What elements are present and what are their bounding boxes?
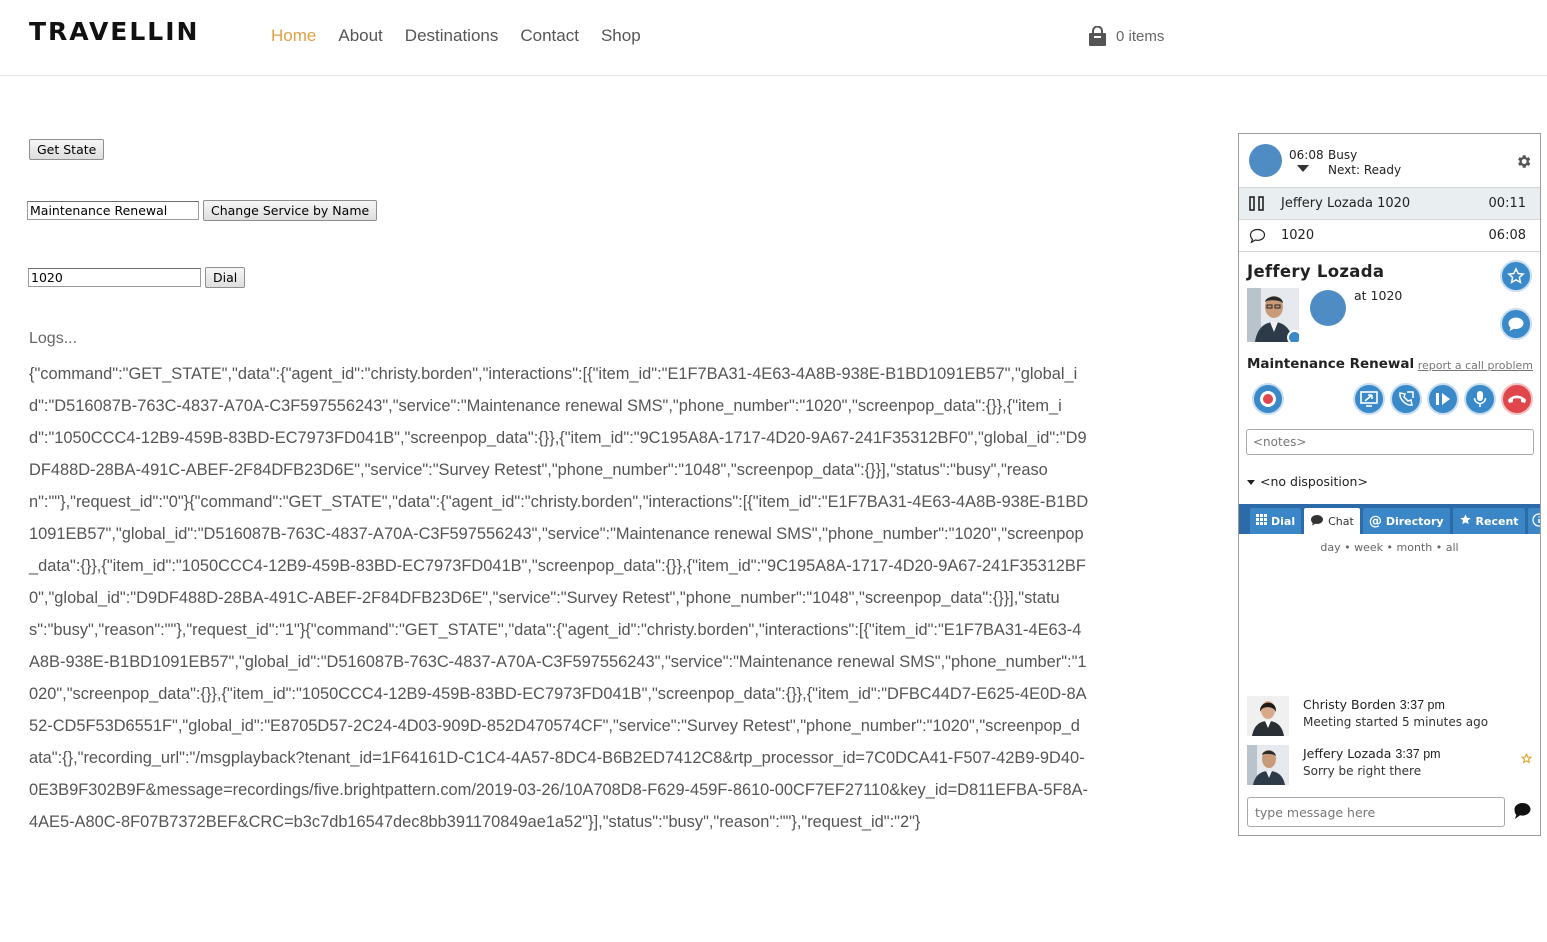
message-sender: Jeffery Lozada 3:37 pm: [1303, 746, 1441, 761]
message-text: Meeting started 5 minutes ago: [1303, 715, 1489, 729]
interaction-row-active[interactable]: Jeffery Lozada 1020 00:11: [1239, 188, 1540, 220]
dial-number-input[interactable]: [28, 268, 201, 287]
contact-avatar: [1247, 288, 1299, 342]
period-all[interactable]: all: [1446, 541, 1459, 554]
tab-chat-label: Chat: [1328, 514, 1354, 528]
mute-button[interactable]: [1464, 383, 1496, 415]
nav-shop[interactable]: Shop: [601, 26, 641, 46]
message-text: Sorry be right there: [1303, 764, 1422, 778]
gear-icon[interactable]: [1515, 153, 1532, 174]
interaction-row-chat[interactable]: 1020 06:08: [1239, 220, 1540, 252]
caret-down-icon: [1247, 480, 1255, 485]
interaction-timer: 06:08: [1488, 228, 1526, 243]
period-week[interactable]: week: [1354, 541, 1383, 554]
chat-message: Christy Borden 3:37 pm Meeting started 5…: [1247, 696, 1532, 738]
site-header: TRAVELLIN Home About Destinations Contac…: [0, 0, 1547, 76]
transfer-phone-icon: [1399, 391, 1414, 406]
at-sign-icon: @: [1368, 513, 1382, 529]
get-state-button[interactable]: Get State: [29, 139, 105, 160]
pause-icon: [1249, 196, 1265, 215]
main-nav: Home About Destinations Contact Shop: [271, 26, 641, 46]
chat-message: Jeffery Lozada 3:37 pm Sorry be right th…: [1247, 745, 1533, 787]
avatar: [1247, 696, 1289, 736]
transfer-button[interactable]: [1390, 383, 1422, 415]
keypad-icon: [1256, 514, 1267, 528]
chat-icon: [1310, 514, 1324, 529]
contact-name: Jeffery Lozada: [1247, 262, 1385, 281]
interaction-name: Jeffery Lozada 1020: [1281, 196, 1411, 211]
tab-info[interactable]: [1527, 508, 1540, 534]
service-name-input[interactable]: [27, 201, 199, 220]
agent-desktop-panel: 06:08 Busy Next: Ready Jeffery Lozada 10…: [1238, 133, 1541, 836]
phone-badge-icon: [1287, 330, 1299, 342]
microphone-icon: [1473, 391, 1487, 407]
hangup-button[interactable]: [1501, 383, 1533, 415]
nav-contact[interactable]: Contact: [520, 26, 579, 46]
nav-home[interactable]: Home: [271, 26, 316, 46]
tab-directory[interactable]: @ Directory: [1362, 508, 1450, 534]
message-sender: Christy Borden 3:37 pm: [1303, 697, 1445, 712]
status-current: Busy: [1328, 148, 1358, 162]
tab-recent-label: Recent: [1475, 514, 1519, 528]
report-call-problem-link[interactable]: report a call problem: [1418, 359, 1533, 372]
agent-tab-bar: Dial Chat @ Directory Recent: [1239, 504, 1540, 534]
status-text: Busy Next: Ready: [1328, 148, 1401, 178]
speech-bubble-icon[interactable]: [1500, 308, 1532, 340]
logs-output: {"command":"GET_STATE","data":{"agent_id…: [29, 365, 1089, 831]
screen-share-button[interactable]: [1353, 383, 1385, 415]
shopping-bag-icon: [1088, 26, 1107, 47]
history-period-filter: day • week • month • all: [1320, 541, 1459, 554]
record-button[interactable]: [1252, 383, 1284, 415]
disposition-value: <no disposition>: [1260, 474, 1368, 489]
cart-count: 0 items: [1116, 28, 1165, 45]
chat-bubble-icon: [1249, 228, 1266, 248]
cart-link[interactable]: 0 items: [1088, 26, 1164, 47]
favorite-star-icon[interactable]: [1500, 260, 1532, 292]
tab-recent[interactable]: Recent: [1452, 508, 1525, 534]
contact-at-number: at 1020: [1354, 288, 1403, 303]
service-name: Maintenance Renewal: [1247, 356, 1415, 372]
tab-directory-label: Directory: [1385, 514, 1444, 528]
send-message-icon[interactable]: [1513, 802, 1532, 824]
change-service-button[interactable]: Change Service by Name: [203, 200, 378, 221]
site-logo[interactable]: TRAVELLIN: [29, 17, 199, 46]
nav-destinations[interactable]: Destinations: [405, 26, 499, 46]
tab-chat[interactable]: Chat: [1304, 508, 1360, 534]
tab-dial-label: Dial: [1271, 514, 1296, 528]
info-icon: [1531, 512, 1540, 530]
disposition-dropdown[interactable]: <no disposition>: [1247, 474, 1368, 489]
hangup-phone-icon: [1508, 395, 1526, 403]
sender-name: Jeffery Lozada: [1303, 746, 1392, 761]
sender-name: Christy Borden: [1303, 697, 1396, 712]
dial-button[interactable]: Dial: [205, 267, 246, 288]
star-outline-icon[interactable]: [1520, 749, 1533, 768]
record-icon: [1260, 391, 1276, 407]
hold-resume-button[interactable]: [1427, 383, 1459, 415]
nav-about[interactable]: About: [338, 26, 382, 46]
interaction-name: 1020: [1281, 228, 1315, 243]
status-next: Next: Ready: [1328, 163, 1402, 177]
tab-dial[interactable]: Dial: [1250, 508, 1302, 534]
resume-icon: [1436, 393, 1450, 405]
status-dropdown-caret-icon[interactable]: [1297, 165, 1309, 172]
message-time: 3:37 pm: [1399, 698, 1445, 712]
screen-share-icon: [1360, 391, 1378, 407]
message-input[interactable]: type message here: [1247, 797, 1505, 827]
notes-field[interactable]: <notes>: [1246, 429, 1534, 455]
agent-status-bar: 06:08 Busy Next: Ready: [1239, 134, 1540, 188]
period-day[interactable]: day: [1320, 541, 1340, 554]
status-timer: 06:08: [1289, 148, 1324, 162]
period-month[interactable]: month: [1397, 541, 1433, 554]
interaction-timer: 00:11: [1488, 196, 1526, 211]
agent-status-indicator[interactable]: [1249, 144, 1282, 177]
star-icon: [1459, 513, 1472, 529]
contact-presence-indicator: [1310, 290, 1346, 326]
avatar: [1247, 745, 1289, 785]
message-time: 3:37 pm: [1395, 747, 1441, 761]
logs-title: Logs...: [29, 330, 78, 347]
